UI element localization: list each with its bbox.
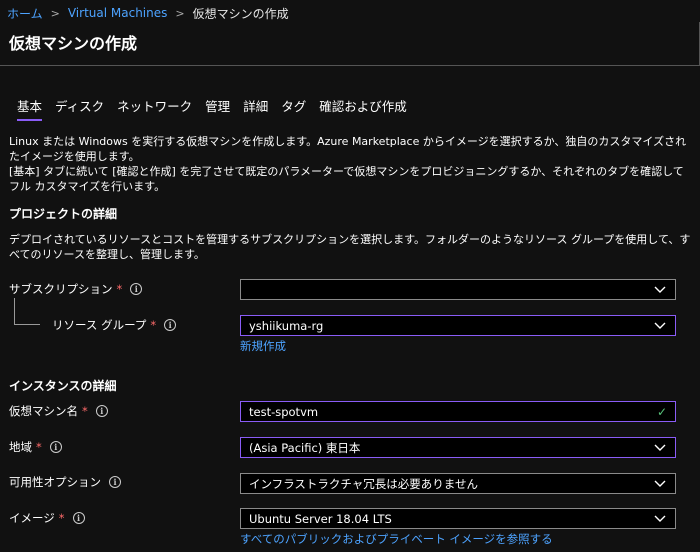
breadcrumb-current: 仮想マシンの作成 [192, 6, 289, 21]
availability-label: 可用性オプション i [9, 474, 121, 490]
availability-label-text: 可用性オプション [9, 475, 101, 489]
browse-all-images-link[interactable]: すべてのパブリックおよびプライベート イメージを参照する [240, 531, 553, 547]
tab-management[interactable]: 管理 [205, 96, 230, 121]
image-dropdown[interactable]: Ubuntu Server 18.04 LTS [240, 508, 676, 529]
availability-value: インフラストラクチャ冗長は必要ありません [249, 476, 478, 491]
region-value: (Asia Pacific) 東日本 [249, 440, 361, 455]
project-details-description: デプロイされているリソースとコストを管理するサブスクリプションを選択します。フォ… [9, 233, 691, 261]
breadcrumb-home-link[interactable]: ホーム [7, 5, 43, 22]
page-title: 仮想マシンの作成 [9, 34, 138, 53]
vm-name-label: 仮想マシン名 * i [9, 403, 108, 419]
breadcrumb: ホーム > Virtual Machines > 仮想マシンの作成 [7, 4, 289, 22]
tree-connector [14, 298, 15, 325]
required-marker: * [58, 511, 65, 525]
breadcrumb-separator: > [175, 6, 185, 20]
tab-bar: 基本 ディスク ネットワーク 管理 詳細 タグ 確認および作成 [17, 96, 420, 121]
chevron-down-icon [654, 322, 666, 329]
vm-name-label-text: 仮想マシン名 [9, 404, 78, 418]
info-icon[interactable]: i [72, 512, 85, 524]
tab-networking[interactable]: ネットワーク [117, 96, 192, 121]
chevron-down-icon [654, 444, 666, 451]
subscription-label-text: サブスクリプション [9, 282, 113, 296]
info-icon[interactable]: i [130, 283, 143, 295]
subscription-label: サブスクリプション * i [9, 281, 143, 297]
required-marker: * [150, 318, 157, 332]
breadcrumb-vm-link[interactable]: Virtual Machines [68, 6, 168, 20]
resource-group-value: yshiikuma-rg [249, 318, 324, 333]
intro-paragraph: Linux または Windows を実行する仮想マシンを作成します。Azure… [9, 135, 687, 163]
subscription-dropdown[interactable] [240, 279, 676, 300]
tree-connector [14, 324, 40, 325]
tab-review-create[interactable]: 確認および作成 [319, 96, 407, 121]
info-icon[interactable]: i [164, 319, 177, 331]
project-details-heading: プロジェクトの詳細 [9, 207, 118, 221]
resource-group-label-text: リソース グループ [52, 318, 147, 332]
header-divider [0, 65, 700, 66]
required-marker: * [116, 282, 123, 296]
required-marker: * [36, 440, 42, 454]
availability-dropdown[interactable]: インフラストラクチャ冗長は必要ありません [240, 473, 676, 494]
intro-paragraph: [基本] タブに続いて [確認と作成] を完了させて既定のパラメーターで仮想マシ… [9, 165, 684, 193]
tab-advanced[interactable]: 詳細 [243, 96, 268, 121]
region-label: 地域 * i [9, 439, 62, 455]
subscription-value-redacted [249, 283, 349, 296]
tab-disks[interactable]: ディスク [55, 96, 104, 121]
create-new-resource-group-link[interactable]: 新規作成 [240, 338, 286, 354]
resource-group-label: リソース グループ * i [52, 317, 177, 333]
image-label: イメージ * i [9, 510, 85, 526]
info-icon[interactable]: i [95, 405, 108, 417]
info-icon[interactable]: i [49, 441, 62, 453]
tab-tags[interactable]: タグ [281, 96, 306, 121]
tab-basics[interactable]: 基本 [17, 96, 43, 121]
image-value: Ubuntu Server 18.04 LTS [249, 511, 392, 526]
region-dropdown[interactable]: (Asia Pacific) 東日本 [240, 437, 676, 458]
instance-details-heading: インスタンスの詳細 [9, 379, 117, 393]
intro-description: Linux または Windows を実行する仮想マシンを作成します。Azure… [9, 134, 694, 194]
vm-name-input[interactable]: test-spotvm ✓ [240, 401, 676, 422]
checkmark-icon: ✓ [656, 405, 667, 419]
chevron-down-icon [654, 286, 666, 293]
region-label-text: 地域 [9, 440, 32, 454]
info-icon[interactable]: i [109, 476, 121, 488]
chevron-down-icon [654, 515, 666, 522]
resource-group-dropdown[interactable]: yshiikuma-rg [240, 315, 676, 336]
required-marker: * [82, 404, 88, 418]
chevron-down-icon [654, 480, 666, 487]
vm-name-value: test-spotvm [249, 404, 319, 419]
image-label-text: イメージ [9, 511, 55, 525]
breadcrumb-separator: > [50, 6, 60, 20]
